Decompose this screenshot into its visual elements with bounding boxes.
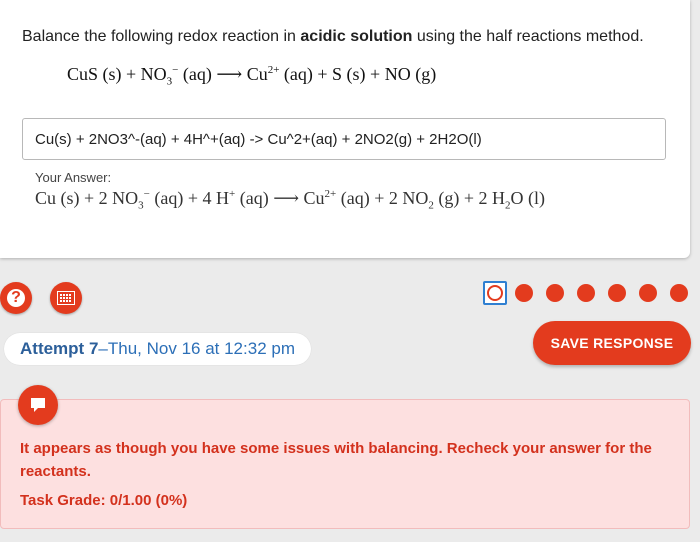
attempt-info: Attempt 7 – Thu, Nov 16 at 12:32 pm (4, 333, 311, 365)
attempt-dot[interactable] (546, 284, 564, 302)
equation-part: Cu (242, 64, 268, 84)
attempt-indicator (483, 279, 688, 307)
calculator-button[interactable] (50, 282, 82, 314)
answer-subscript: 3 (138, 199, 144, 212)
attempt-separator: – (98, 339, 108, 358)
rendered-answer: Cu (s) + 2 NO3− (aq) + 4 H+ (aq) ⟶ Cu2+ … (35, 188, 545, 212)
attempt-dot[interactable] (670, 284, 688, 302)
answer-input-value[interactable]: Cu(s) + 2NO3^-(aq) + 4H^+(aq) -> Cu^2+(a… (35, 131, 482, 148)
answer-part: O (l) (510, 188, 546, 208)
calculator-icon (57, 291, 75, 305)
equation-part: (aq) (178, 64, 217, 84)
question-instructions: Balance the following redox reaction in … (22, 28, 644, 46)
task-grade: Task Grade: 0/1.00 (0%) (20, 492, 188, 509)
attempt-dot[interactable] (608, 284, 626, 302)
answer-part: (aq) ⟶ Cu (235, 188, 325, 208)
instructions-bold-text: acidic solution (300, 28, 413, 45)
equation-subscript: 3 (166, 75, 173, 88)
question-icon: ? (7, 289, 25, 307)
message-icon (31, 398, 45, 412)
help-button[interactable]: ? (0, 282, 32, 314)
answer-superscript: 2+ (324, 188, 337, 200)
feedback-icon-button (18, 385, 58, 425)
your-answer-label: Your Answer: (35, 170, 112, 185)
attempt-timestamp: Thu, Nov 16 at 12:32 pm (107, 339, 295, 358)
answer-part: (aq) + 4 H (149, 188, 230, 208)
reaction-arrow-icon: ⟶ (216, 64, 243, 84)
equation-superscript: 2+ (267, 64, 280, 76)
save-response-button[interactable]: SAVE RESPONSE (533, 321, 691, 365)
attempt-dot[interactable] (577, 284, 595, 302)
instructions-text-prefix: Balance the following redox reaction in (22, 28, 301, 45)
ring-icon (487, 285, 503, 301)
attempt-dot-current[interactable] (483, 281, 507, 305)
attempt-dot[interactable] (639, 284, 657, 302)
feedback-message: It appears as though you have some issue… (20, 440, 652, 480)
answer-part: (aq) + 2 NO (336, 188, 429, 208)
reaction-equation: CuS (s) + NO3− (aq) ⟶ Cu2+ (aq) + S (s) … (67, 64, 436, 88)
equation-part: (aq) + S (s) + NO (g) (279, 64, 437, 84)
attempt-dot[interactable] (515, 284, 533, 302)
answer-part: Cu (s) + 2 NO (35, 188, 139, 208)
question-card: Balance the following redox reaction in … (0, 0, 690, 258)
instructions-text-suffix: using the half reactions method. (412, 28, 644, 45)
answer-part: (g) + 2 H (433, 188, 506, 208)
equation-part: CuS (s) + NO (67, 64, 167, 84)
answer-input[interactable]: Cu(s) + 2NO3^-(aq) + 4H^+(aq) -> Cu^2+(a… (22, 118, 666, 160)
attempt-label: Attempt 7 (20, 339, 99, 358)
